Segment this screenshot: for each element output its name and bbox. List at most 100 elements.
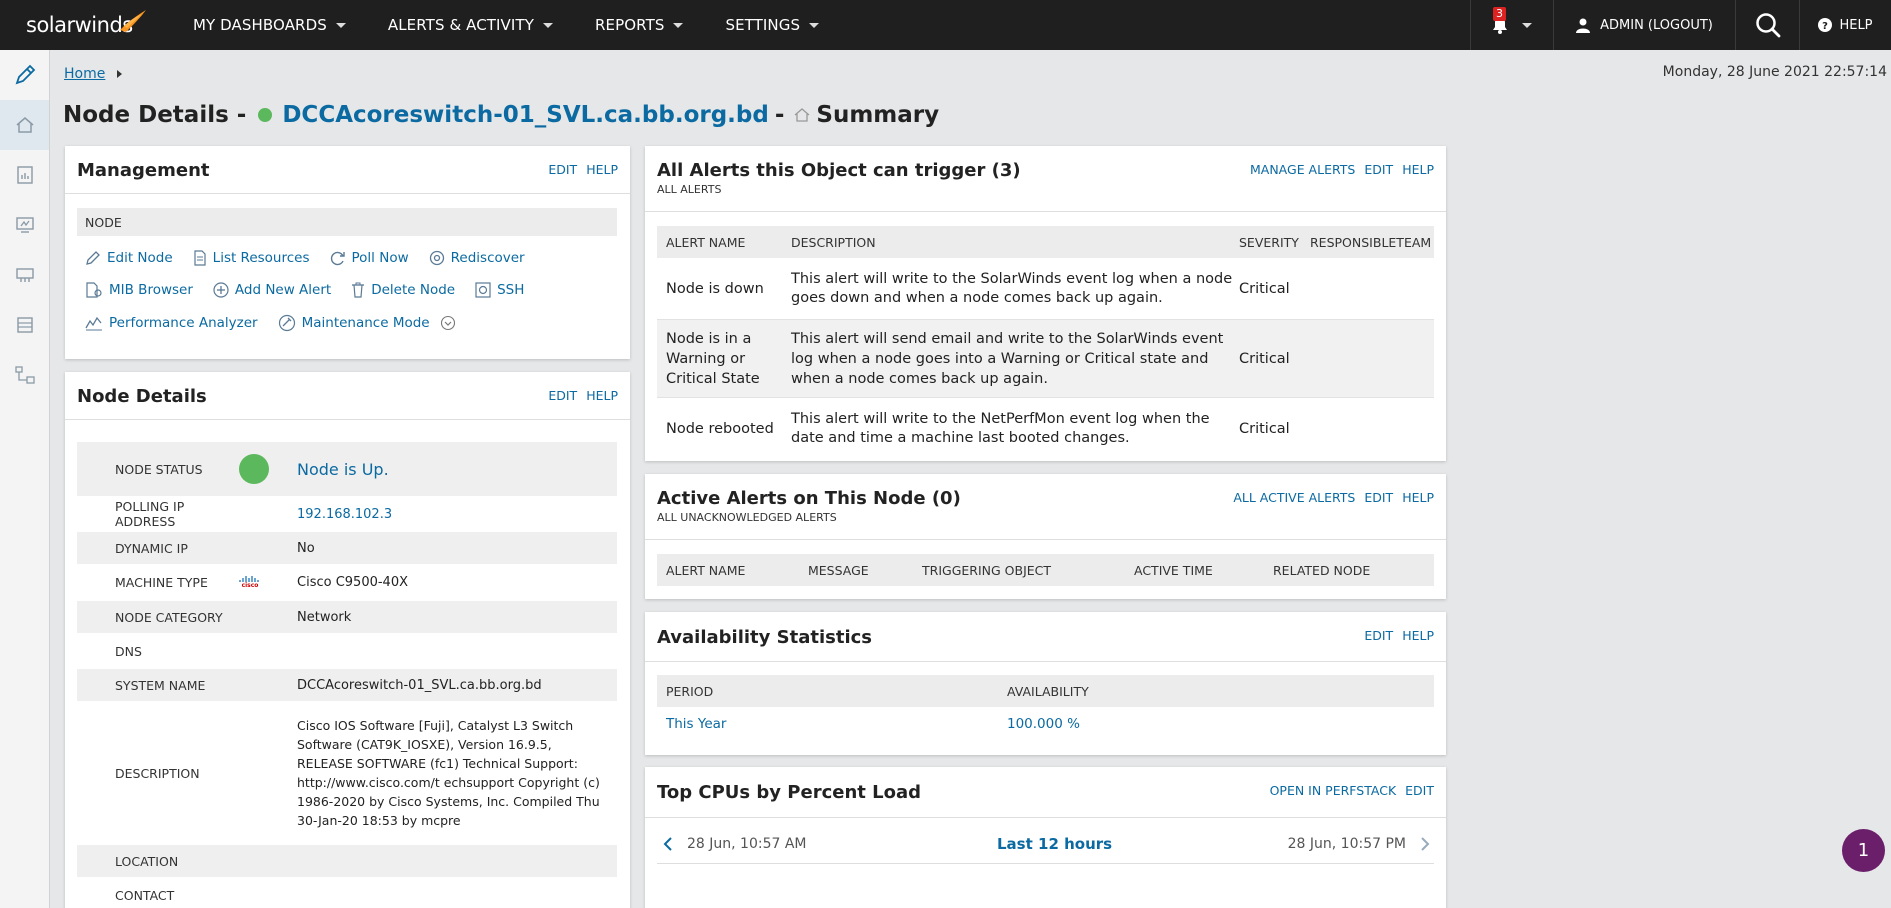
breadcrumb-arrow-icon[interactable]: [117, 70, 123, 78]
help-link[interactable]: HELP: [1402, 162, 1434, 177]
rail-home-button[interactable]: [0, 100, 49, 150]
page-title: Node Details - DCCAcoreswitch-01_SVL.ca.…: [63, 102, 939, 128]
document-icon: [194, 250, 206, 266]
table-header: ALERT NAME DESCRIPTION SEVERITY RESPONSI…: [657, 226, 1434, 258]
node-name-link[interactable]: DCCAcoreswitch-01_SVL.ca.bb.org.bd: [282, 102, 769, 128]
period-link[interactable]: This Year: [657, 716, 999, 732]
edit-link[interactable]: EDIT: [1364, 628, 1393, 643]
edit-node-button[interactable]: Edit Node: [85, 250, 173, 266]
open-in-perfstack-link[interactable]: OPEN IN PERFSTACK: [1270, 783, 1397, 798]
view-home-icon: [794, 108, 810, 122]
top-cpus-panel: Top CPUs by Percent Load OPEN IN PERFSTA…: [645, 767, 1446, 908]
list-resources-button[interactable]: List Resources: [193, 250, 310, 266]
detail-row-machine-type: MACHINE TYPE cisco Cisco C9500-40X: [77, 566, 617, 601]
ssh-button[interactable]: SSH: [475, 282, 524, 298]
notification-count-badge: 3: [1493, 7, 1506, 21]
storage-icon: [16, 317, 33, 333]
section-header: NODE: [77, 208, 617, 236]
chevron-down-icon: [673, 22, 684, 28]
table-row[interactable]: Node rebooted This alert will write to t…: [657, 398, 1434, 460]
panel-title: All Alerts this Object can trigger (3): [657, 160, 1021, 181]
chevron-down-icon: [809, 22, 820, 28]
help-link[interactable]: HELP: [1402, 490, 1434, 505]
nav-alerts-activity[interactable]: ALERTS & ACTIVITY: [367, 0, 574, 50]
title-separator: -: [774, 102, 785, 128]
node-status-link[interactable]: Node is Up.: [297, 460, 617, 479]
nav-reports[interactable]: REPORTS: [574, 0, 704, 50]
panel-title: Availability Statistics: [657, 627, 873, 648]
edit-link[interactable]: EDIT: [548, 162, 577, 177]
rail-network-button[interactable]: [0, 250, 49, 300]
detail-row-node-category: NODE CATEGORY Network: [77, 601, 617, 635]
floating-action-button[interactable]: 1: [1842, 829, 1885, 872]
management-panel: Management EDIT HELP NODE Edit Node List…: [65, 146, 630, 359]
range-end: 28 Jun, 10:57 PM: [1287, 835, 1406, 852]
help-link[interactable]: HELP: [1402, 628, 1434, 643]
chevron-down-circle-icon[interactable]: [440, 315, 456, 331]
ssh-icon: [475, 282, 491, 298]
performance-analyzer-button[interactable]: Performance Analyzer: [85, 314, 258, 332]
edit-link[interactable]: EDIT: [1405, 783, 1434, 798]
poll-now-button[interactable]: Poll Now: [330, 250, 409, 266]
table-row[interactable]: Node is down This alert will write to th…: [657, 258, 1434, 320]
search-icon: [1755, 13, 1780, 38]
nav-settings[interactable]: SETTINGS: [704, 0, 840, 50]
manage-alerts-link[interactable]: MANAGE ALERTS: [1250, 162, 1355, 177]
current-datetime: Monday, 28 June 2021 22:57:14: [1662, 64, 1887, 80]
detail-row-system-name: SYSTEM NAME DCCAcoreswitch-01_SVL.ca.bb.…: [77, 669, 617, 703]
availability-value-link[interactable]: 100.000 %: [999, 716, 1434, 732]
breadcrumb: Home: [64, 66, 123, 82]
chevron-right-icon[interactable]: [1418, 836, 1432, 852]
mib-browser-button[interactable]: MIB Browser: [85, 282, 193, 298]
topology-icon: [14, 366, 35, 384]
top-bar: solarwinds MY DASHBOARDS ALERTS & ACTIVI…: [0, 0, 1891, 50]
rail-monitor-button[interactable]: [0, 200, 49, 250]
solarwinds-logo[interactable]: solarwinds: [0, 0, 172, 50]
table-row[interactable]: Node is in a Warning or Critical State T…: [657, 320, 1434, 398]
all-alerts-panel: All Alerts this Object can trigger (3) A…: [645, 146, 1446, 461]
rail-storage-button[interactable]: [0, 300, 49, 350]
notifications-button[interactable]: 3: [1470, 0, 1553, 50]
delete-node-button[interactable]: Delete Node: [351, 282, 455, 298]
plus-circle-icon: [213, 282, 229, 298]
edit-link[interactable]: EDIT: [1364, 162, 1393, 177]
range-start: 28 Jun, 10:57 AM: [687, 835, 807, 852]
time-range-selector[interactable]: Last 12 hours: [997, 835, 1112, 853]
add-new-alert-button[interactable]: Add New Alert: [213, 282, 331, 298]
rail-reports-button[interactable]: [0, 150, 49, 200]
detail-row-polling-ip: POLLING IP ADDRESS 192.168.102.3: [77, 498, 617, 532]
chevron-down-icon: [542, 22, 553, 28]
rediscover-button[interactable]: Rediscover: [429, 250, 525, 266]
trash-icon: [352, 282, 365, 298]
panel-title: Management: [77, 160, 210, 181]
breadcrumb-home-link[interactable]: Home: [64, 66, 105, 82]
detail-row-node-status: NODE STATUS Node is Up.: [77, 442, 617, 498]
help-button[interactable]: ? HELP: [1799, 0, 1891, 50]
help-link[interactable]: HELP: [586, 388, 618, 403]
polling-ip-link[interactable]: 192.168.102.3: [297, 505, 617, 524]
edit-link[interactable]: EDIT: [1364, 490, 1393, 505]
help-link[interactable]: HELP: [586, 162, 618, 177]
refresh-icon: [330, 251, 345, 266]
help-circle-icon: ?: [1818, 18, 1833, 32]
all-unacknowledged-alerts-link[interactable]: ALL UNACKNOWLEDGED ALERTS: [657, 511, 837, 524]
panel-title: Node Details: [77, 386, 207, 407]
admin-logout-button[interactable]: ADMIN (LOGOUT): [1553, 0, 1735, 50]
analyzer-icon: [85, 316, 102, 331]
main-nav: MY DASHBOARDS ALERTS & ACTIVITY REPORTS …: [172, 0, 840, 50]
cisco-logo-icon: cisco: [239, 576, 259, 589]
logo-text: solarwinds: [26, 13, 133, 37]
all-alerts-link[interactable]: ALL ALERTS: [657, 183, 721, 196]
search-button[interactable]: [1735, 0, 1799, 50]
monitor-icon: [15, 217, 34, 233]
chevron-left-icon[interactable]: [661, 836, 675, 852]
nav-my-dashboards[interactable]: MY DASHBOARDS: [172, 0, 367, 50]
rail-topology-button[interactable]: [0, 350, 49, 400]
logo-flame-icon: [120, 10, 146, 32]
maintenance-mode-button[interactable]: Maintenance Mode: [278, 314, 462, 332]
active-alerts-table: ALERT NAME MESSAGE TRIGGERING OBJECT ACT…: [657, 554, 1434, 586]
all-active-alerts-link[interactable]: ALL ACTIVE ALERTS: [1233, 490, 1355, 505]
detail-row-description: DESCRIPTION Cisco IOS Software [Fuji], C…: [77, 703, 617, 845]
rail-edit-button[interactable]: [0, 50, 49, 100]
edit-link[interactable]: EDIT: [548, 388, 577, 403]
